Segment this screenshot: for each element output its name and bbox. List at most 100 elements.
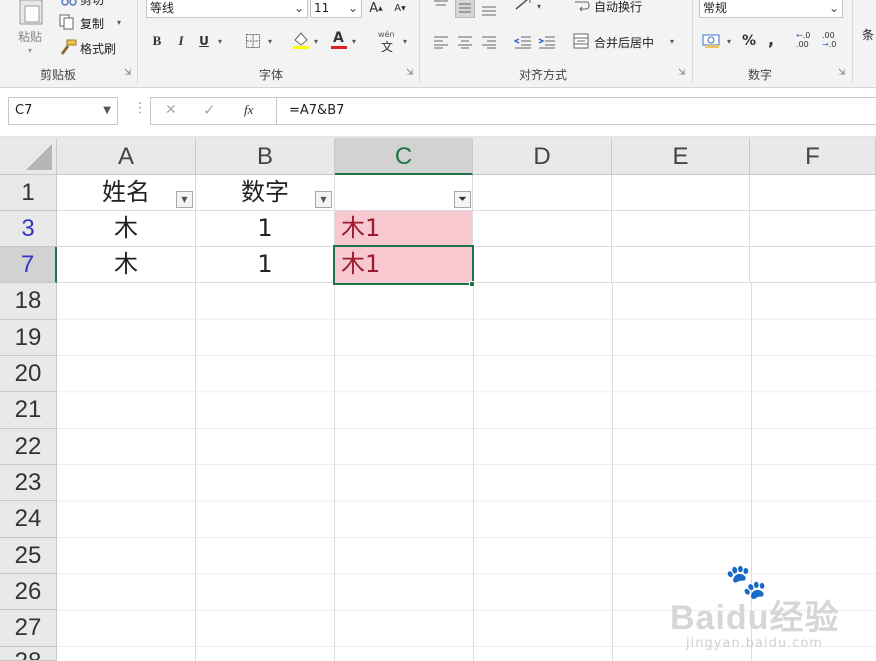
cell-c3[interactable]: 木1 xyxy=(335,211,473,247)
accounting-format-icon[interactable] xyxy=(702,33,722,49)
row-header-18[interactable]: 18 xyxy=(0,283,57,320)
cell-e3[interactable] xyxy=(612,211,750,247)
increase-decimal-icon[interactable]: ←.0.00 xyxy=(796,31,816,51)
cell-f1[interactable] xyxy=(750,175,876,211)
cut-icon[interactable] xyxy=(60,0,78,6)
font-size-select[interactable]: 11 ⌄ xyxy=(310,0,362,18)
align-bottom-icon[interactable] xyxy=(481,0,497,16)
insert-function-icon[interactable]: fx xyxy=(244,102,253,118)
accounting-dropdown-icon[interactable]: ▾ xyxy=(727,37,731,46)
format-painter-label[interactable]: 格式刷 xyxy=(80,40,116,57)
filter-dropdown-icon[interactable]: ▼ xyxy=(176,191,193,208)
cell-f7[interactable] xyxy=(750,247,876,283)
number-format-select[interactable]: 常规 ⌄ xyxy=(699,0,843,18)
orientation-icon[interactable] xyxy=(514,0,534,13)
phonetic-dropdown-icon[interactable]: ▾ xyxy=(403,37,407,46)
cell-e1[interactable] xyxy=(612,175,750,211)
decrease-decimal-icon[interactable]: .00 →.0 xyxy=(822,31,842,51)
column-header-b[interactable]: B xyxy=(196,138,335,175)
align-left-icon[interactable] xyxy=(433,34,449,49)
cell-e7[interactable] xyxy=(612,247,750,283)
align-right-icon[interactable] xyxy=(481,34,497,49)
font-color-dropdown-icon[interactable]: ▾ xyxy=(352,37,356,46)
cell-d1[interactable] xyxy=(473,175,612,211)
row-header-23[interactable]: 23 xyxy=(0,465,57,501)
border-icon[interactable] xyxy=(245,33,261,49)
wrap-text-icon[interactable] xyxy=(574,0,590,12)
formula-input[interactable]: =A7&B7 xyxy=(276,97,876,125)
formula-bar-grip[interactable]: ⋮ xyxy=(133,100,147,116)
alignment-launcher-icon[interactable]: ⇲ xyxy=(678,68,686,78)
bold-button[interactable]: B xyxy=(148,32,166,50)
merge-center-label[interactable]: 合并后居中 xyxy=(594,34,654,51)
row-header-21[interactable]: 21 xyxy=(0,392,57,429)
row-header-7[interactable]: 7 xyxy=(0,247,57,283)
comma-button[interactable]: , xyxy=(764,30,778,49)
border-dropdown-icon[interactable]: ▾ xyxy=(268,37,272,46)
percent-button[interactable]: % xyxy=(739,32,759,50)
grow-font-button[interactable]: A ▲ xyxy=(367,0,385,17)
row-header-20[interactable]: 20 xyxy=(0,356,57,392)
row-header-22[interactable]: 22 xyxy=(0,429,57,465)
column-header-c[interactable]: C xyxy=(335,138,473,175)
fill-color-dropdown-icon[interactable]: ▾ xyxy=(314,37,318,46)
copy-icon[interactable] xyxy=(59,14,75,30)
copy-dropdown-icon[interactable]: ▾ xyxy=(117,18,121,27)
paste-icon[interactable] xyxy=(16,0,46,26)
conditional-formatting-label[interactable]: 条 xyxy=(862,26,874,43)
merge-center-icon[interactable] xyxy=(573,33,589,49)
align-top-icon[interactable] xyxy=(433,0,449,12)
italic-button[interactable]: I xyxy=(172,32,190,50)
cell-a7[interactable]: 木 xyxy=(57,247,196,283)
wrap-text-label[interactable]: 自动换行 xyxy=(594,0,642,15)
increase-indent-icon[interactable] xyxy=(538,34,556,49)
merge-center-dropdown-icon[interactable]: ▾ xyxy=(670,37,674,46)
row-header-24[interactable]: 24 xyxy=(0,501,57,538)
underline-button[interactable]: U xyxy=(195,32,213,50)
copy-button-label[interactable]: 复制 xyxy=(80,15,104,32)
cell-c1[interactable] xyxy=(335,175,473,211)
number-launcher-icon[interactable]: ⇲ xyxy=(838,68,846,78)
filter-active-icon[interactable]: ⏷ xyxy=(454,191,471,208)
phonetic-icon[interactable]: wén 文 xyxy=(378,30,400,54)
enter-icon[interactable]: ✓ xyxy=(203,101,216,119)
row-header-1[interactable]: 1 xyxy=(0,175,57,211)
row-header-27[interactable]: 27 xyxy=(0,610,57,647)
format-painter-icon[interactable] xyxy=(59,39,77,55)
filter-dropdown-icon[interactable]: ▼ xyxy=(315,191,332,208)
align-center-icon[interactable] xyxy=(457,34,473,49)
row-header-25[interactable]: 25 xyxy=(0,538,57,574)
paste-dropdown-icon[interactable]: ▾ xyxy=(28,46,32,55)
column-header-e[interactable]: E xyxy=(612,138,750,175)
fill-handle[interactable] xyxy=(469,281,475,287)
font-color-icon[interactable]: A xyxy=(330,30,348,50)
row-header-3[interactable]: 3 xyxy=(0,211,57,247)
clipboard-launcher-icon[interactable]: ⇲ xyxy=(124,68,132,78)
orientation-dropdown-icon[interactable]: ▾ xyxy=(537,2,541,11)
column-header-a[interactable]: A xyxy=(57,138,196,175)
cell-b3[interactable]: 1 xyxy=(196,211,335,247)
cell-a3[interactable]: 木 xyxy=(57,211,196,247)
cancel-icon[interactable]: ✕ xyxy=(165,102,177,118)
cell-d7[interactable] xyxy=(473,247,612,283)
column-header-d[interactable]: D xyxy=(473,138,612,175)
select-all-button[interactable] xyxy=(0,138,57,175)
font-name-select[interactable]: 等线 ⌄ xyxy=(146,0,308,18)
name-box[interactable]: C7 ▼ xyxy=(8,97,118,125)
row-header-28[interactable]: 28 xyxy=(0,647,57,661)
fill-color-icon[interactable] xyxy=(292,30,310,50)
cell-b7[interactable]: 1 xyxy=(196,247,335,283)
cell-d3[interactable] xyxy=(473,211,612,247)
shrink-font-button[interactable]: A ▼ xyxy=(391,0,409,17)
decrease-indent-icon[interactable] xyxy=(513,34,532,49)
underline-dropdown-icon[interactable]: ▾ xyxy=(218,37,222,46)
row-header-26[interactable]: 26 xyxy=(0,574,57,610)
row-header-19[interactable]: 19 xyxy=(0,320,57,356)
align-middle-icon[interactable] xyxy=(455,0,475,18)
cut-button-label[interactable]: 剪切 xyxy=(80,0,104,8)
cell-f3[interactable] xyxy=(750,211,876,247)
column-header-f[interactable]: F xyxy=(750,138,876,175)
font-launcher-icon[interactable]: ⇲ xyxy=(406,68,414,78)
cell-c7[interactable]: 木1 xyxy=(335,247,473,283)
paste-button-label[interactable]: 粘贴 xyxy=(18,28,42,45)
